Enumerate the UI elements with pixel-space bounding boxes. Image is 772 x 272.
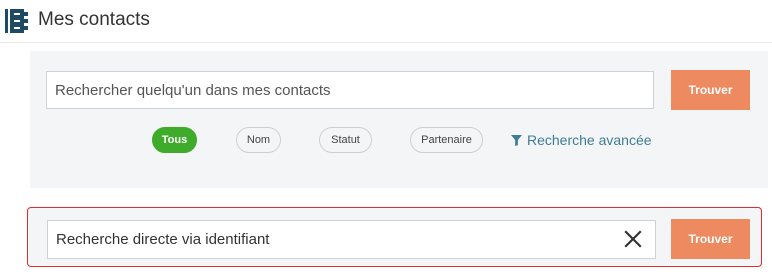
search-submit-button[interactable]: Trouver [671, 70, 750, 110]
filter-nom[interactable]: Nom [236, 127, 281, 153]
search-filter-group: Tous Nom Statut Partenaire Recherche ava… [30, 127, 768, 153]
close-icon[interactable] [624, 230, 642, 248]
filter-partenaire[interactable]: Partenaire [410, 127, 483, 153]
page-title: Mes contacts [38, 9, 150, 30]
filter-tous[interactable]: Tous [152, 127, 197, 153]
page-header: Mes contacts [0, 0, 772, 43]
direct-id-input[interactable] [47, 220, 656, 259]
filter-icon [511, 134, 522, 146]
address-book-icon [5, 9, 28, 33]
contact-search-input[interactable] [46, 71, 654, 109]
advanced-search-label: Recherche avancée [527, 132, 652, 148]
direct-id-search-panel: Trouver [27, 207, 762, 267]
contact-search-panel: Trouver Tous Nom Statut Partenaire Reche… [30, 51, 768, 188]
advanced-search-link[interactable]: Recherche avancée [511, 131, 652, 149]
filter-statut[interactable]: Statut [319, 127, 372, 153]
direct-search-submit-button[interactable]: Trouver [671, 219, 750, 259]
